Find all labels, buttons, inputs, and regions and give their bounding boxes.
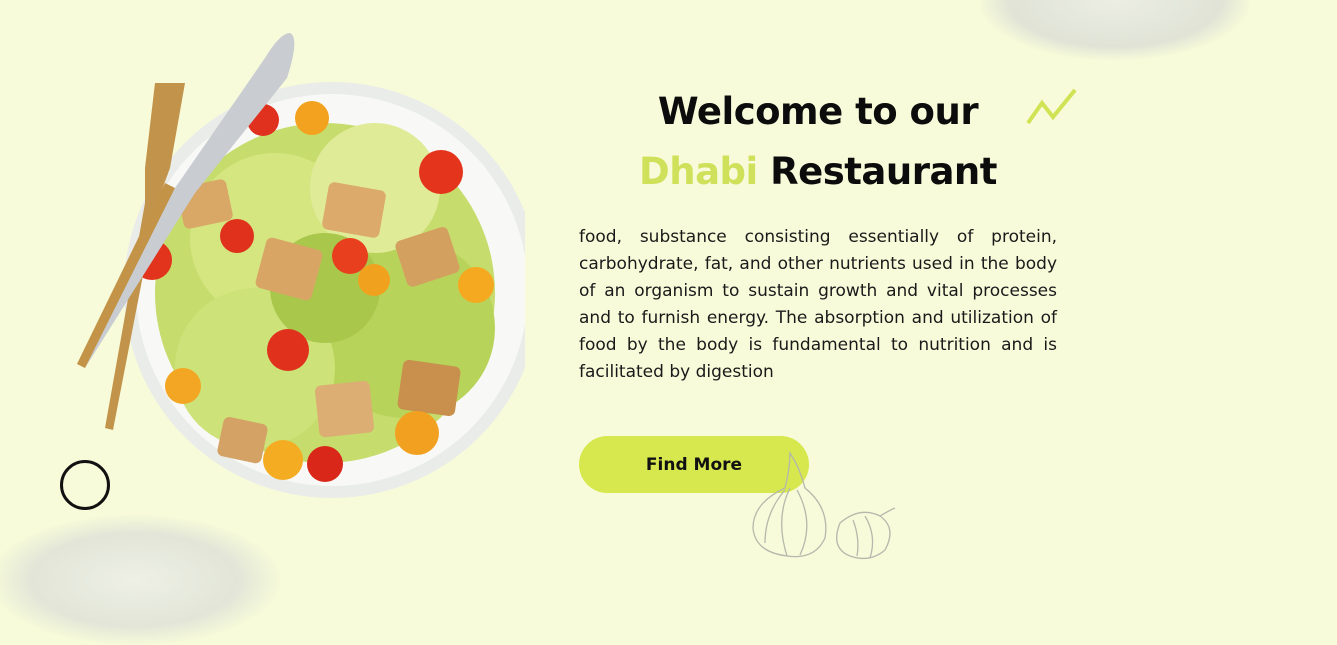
restaurant-name-accent: Dhabi [639, 150, 758, 193]
intro-description: food, substance consisting essentially o… [579, 227, 1057, 382]
lettuce-top-decoration [980, 0, 1250, 60]
page-title-line1: Welcome to our [657, 90, 979, 133]
circle-outline-icon [60, 460, 110, 510]
lettuce-bottom-decoration [0, 515, 280, 645]
salad-plate-icon [77, 33, 525, 498]
title-restaurant-word: Restaurant [770, 150, 997, 193]
garlic-icon [752, 450, 896, 560]
page-title-line2: Dhabi Restaurant [578, 150, 1058, 193]
